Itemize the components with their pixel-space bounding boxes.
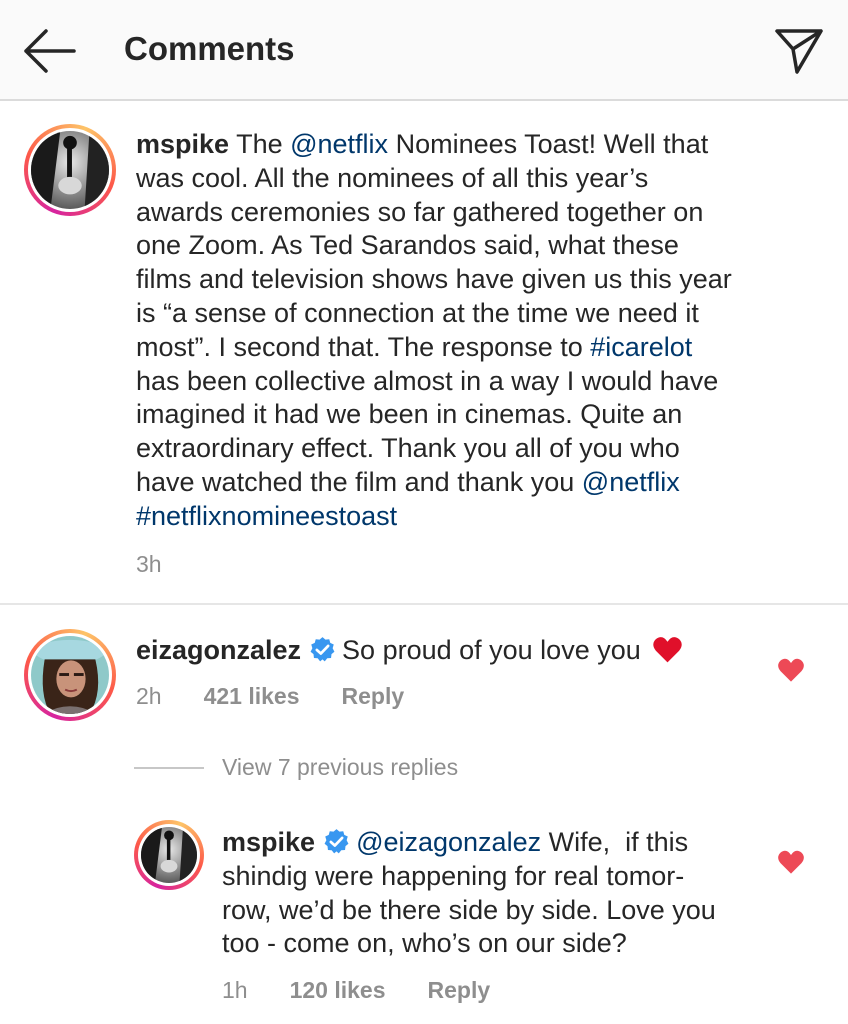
caption-line: mspike The @netflix Nominees Toast! Well… [136,129,709,159]
caption-line: has been collective almost in a way I wo… [136,365,719,396]
view-replies-button[interactable]: View 7 previous replies [134,754,458,781]
comment-avatar[interactable] [24,629,116,721]
avatar-photo-icon [31,636,109,714]
caption-line: imagined it had we been in cinemas. Quit… [136,399,683,430]
hashtag-link[interactable]: #icarelot [590,332,692,362]
reply-timestamp: 1h [222,977,248,1003]
reply-meta: 1h 120 likes Reply [222,977,490,1004]
caption-line: was cool. All the nominees of all this y… [136,162,649,193]
caption-avatar[interactable] [24,124,116,216]
comment-timestamp: 2h [136,683,162,709]
mention-link[interactable]: @netflix [582,467,680,497]
reply-line: shindig were happening for real tomor- [222,860,685,891]
reply-button[interactable]: Reply [342,683,405,710]
caption-line: extraordinary effect. Thank you all of y… [136,433,680,464]
caption-line: awards ceremonies so far gathered togeth… [136,196,704,227]
hashtag-link[interactable]: #netflixnomineestoast [136,501,397,531]
caption-line: most”. I second that. The response to #i… [136,331,693,362]
caption-line: one Zoom. As Ted Sarandos said, what the… [136,230,679,261]
red-heart-emoji-icon [653,637,682,663]
caption-timestamp: 3h [136,551,162,577]
reply-username[interactable]: mspike [222,827,315,857]
page-title: Comments [124,30,295,67]
verified-badge-icon [310,637,335,662]
avatar-photo-icon [31,131,109,209]
comment-meta: 2h 421 likes Reply [136,683,404,710]
mention-link[interactable]: @netflix [290,129,388,159]
caption-line: is “a sense of connection at the time we… [136,297,699,328]
divider [134,766,204,769]
reply-body: mspike @eizagonzalez Wife, if this shindi… [222,826,822,961]
reply-line: too - come on, who’s on our side? [222,928,627,959]
caption-line: films and television shows have given us… [136,264,732,295]
avatar-photo-icon [141,827,197,883]
heart-icon[interactable] [777,657,805,683]
comment-body: eizagonzalez So proud of you love you [136,634,683,668]
caption-username[interactable]: mspike [136,129,229,159]
back-arrow-icon[interactable] [22,28,78,74]
heart-icon[interactable] [777,849,805,875]
header-bar: Comments [0,0,848,101]
caption-text: mspike The @netflix Nominees Toast! Well… [136,128,826,534]
caption-line: #netflixnomineestoast [136,500,826,534]
caption-line: have watched the film and thank you @net… [136,466,680,497]
comment-message: So proud of you love you [342,635,641,665]
reply-line: mspike @eizagonzalez Wife, if this [222,827,689,857]
reply-likes[interactable]: 120 likes [290,977,386,1004]
reply-line: row, we’d be there side by side. Love yo… [222,894,716,925]
reply-button[interactable]: Reply [428,977,491,1004]
comment-username[interactable]: eizagonzalez [136,635,301,665]
comment-likes[interactable]: 421 likes [204,683,300,710]
view-replies-label: View 7 previous replies [222,754,459,780]
paper-plane-icon[interactable] [774,26,824,76]
mention-link[interactable]: @eizagonzalez [356,827,541,857]
divider [0,603,848,605]
reply-avatar[interactable] [134,820,204,890]
verified-badge-icon [324,829,349,854]
